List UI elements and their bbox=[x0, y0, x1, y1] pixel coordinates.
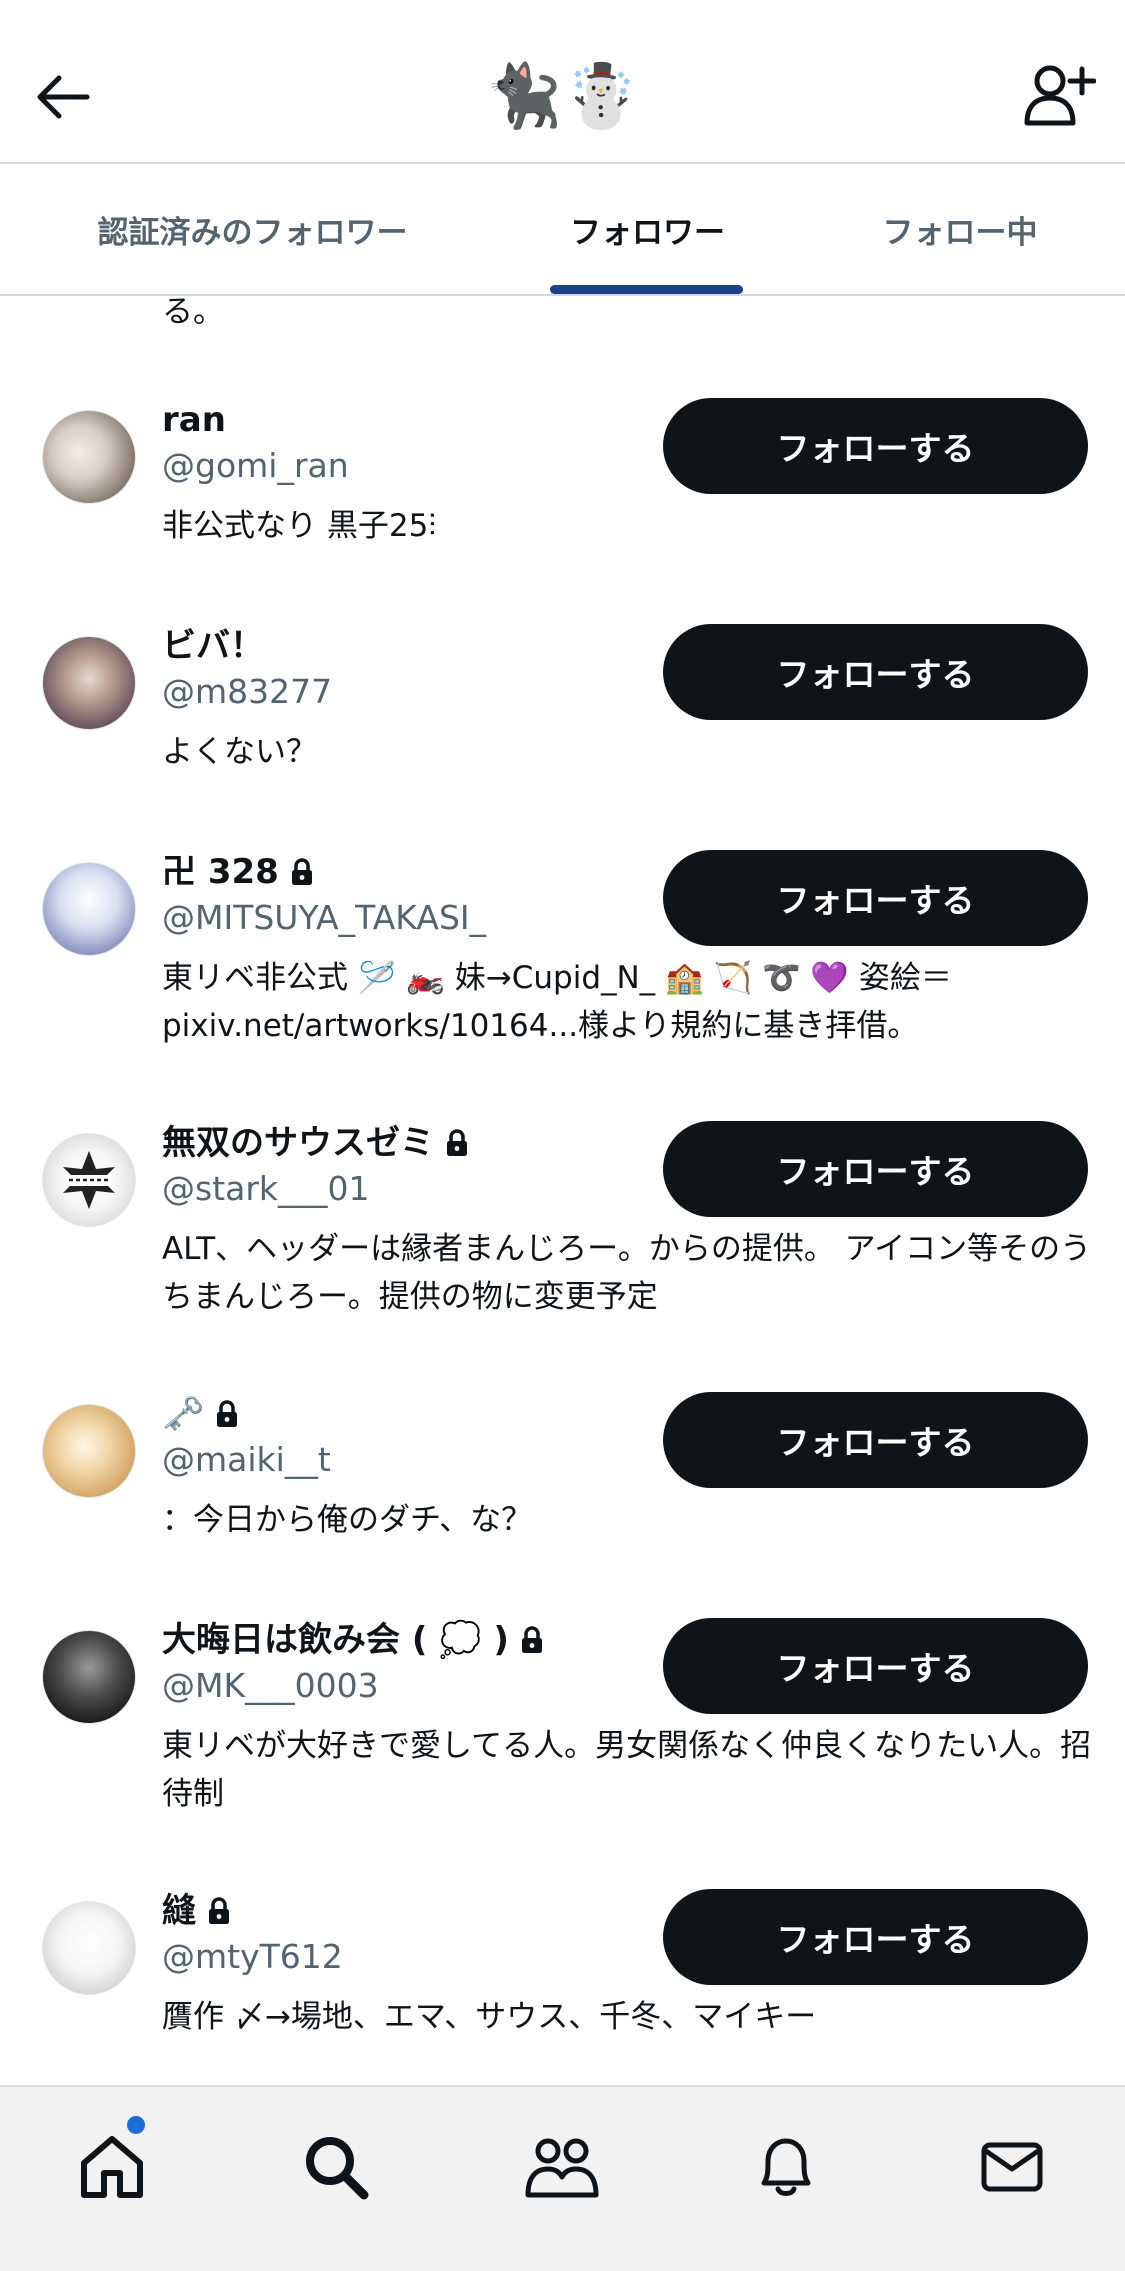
user-name-text: 🗝️ bbox=[162, 1394, 205, 1434]
nav-communities[interactable] bbox=[522, 2127, 602, 2207]
follow-button[interactable]: フォローする bbox=[663, 624, 1088, 720]
user-name-text: 大晦日は飲み会 ( 💭 ) bbox=[162, 1620, 509, 1660]
avatar[interactable] bbox=[42, 1404, 136, 1498]
home-icon bbox=[81, 2136, 143, 2198]
user-name[interactable]: 🗝️ bbox=[162, 1392, 240, 1436]
follow-button[interactable]: フォローする bbox=[663, 398, 1088, 494]
followers-page: 🐈‍⬛☃️ 認証済みのフォロワー フォロワー フォロー中 る。 ran @gom… bbox=[0, 0, 1125, 2271]
add-user-icon bbox=[1024, 65, 1096, 126]
lock-icon bbox=[291, 858, 312, 885]
lock-icon bbox=[447, 1129, 467, 1156]
lock-icon bbox=[521, 1626, 542, 1653]
user-name[interactable]: 卍 328 bbox=[162, 850, 315, 894]
user-bio: 非公式なり 黒子25⫶ bbox=[162, 508, 437, 544]
user-handle: @mtyT612 bbox=[162, 1937, 343, 1976]
follow-button[interactable]: フォローする bbox=[663, 1392, 1088, 1488]
user-handle: @gomi_ran bbox=[162, 446, 349, 485]
emblem-icon bbox=[63, 1151, 115, 1209]
user-bio: 東リベ非公式 🪡 🏍️ 妹→Cupid_N_ 🏫 🏹 ➰ 💜 姿絵＝pixiv.… bbox=[162, 960, 952, 1044]
notifications-icon bbox=[761, 2138, 811, 2196]
nav-messages[interactable] bbox=[972, 2127, 1052, 2207]
bottom-nav bbox=[0, 2085, 1125, 2271]
avatar[interactable] bbox=[42, 1901, 136, 1995]
avatar[interactable] bbox=[42, 862, 136, 956]
user-bio: よくない？ bbox=[162, 734, 317, 770]
page-title: 🐈‍⬛☃️ bbox=[485, 59, 640, 132]
avatar[interactable] bbox=[42, 1630, 136, 1724]
user-handle: @maiki__t bbox=[162, 1440, 331, 1479]
tab-followers[interactable]: フォロワー bbox=[505, 164, 790, 294]
tab-verified-followers[interactable]: 認証済みのフォロワー bbox=[30, 164, 475, 294]
lock-icon bbox=[217, 1400, 238, 1427]
user-name[interactable]: 大晦日は飲み会 ( 💭 ) bbox=[162, 1618, 545, 1662]
tab-bar: 認証済みのフォロワー フォロワー フォロー中 bbox=[0, 164, 1125, 296]
avatar[interactable] bbox=[42, 410, 136, 504]
user-name-text: 卍 328 bbox=[162, 852, 279, 892]
followers-list[interactable]: る。 ran @gomi_ran 非公式なり 黒子25⫶ フォローする ビバ！ … bbox=[0, 298, 1125, 2085]
user-name-text: ビバ！ bbox=[162, 626, 264, 666]
communities-icon bbox=[525, 2138, 599, 2198]
nav-notifications[interactable] bbox=[746, 2127, 826, 2207]
user-handle: @stark___01 bbox=[162, 1169, 370, 1208]
user-name[interactable]: ran bbox=[162, 398, 226, 442]
nav-search[interactable] bbox=[296, 2127, 376, 2207]
user-handle: @m83277 bbox=[162, 672, 333, 711]
add-user-button[interactable] bbox=[1021, 60, 1099, 130]
user-name-text: 無双のサウスゼミ bbox=[162, 1123, 434, 1163]
follow-button[interactable]: フォローする bbox=[663, 1889, 1088, 1985]
user-name-text: ran bbox=[162, 400, 226, 440]
user-handle: @MITSUYA_TAKASI_ bbox=[162, 898, 487, 937]
user-bio: 東リベが大好きで愛してる人。男女関係なく仲良くなりたい人。招待制 bbox=[162, 1728, 1092, 1812]
user-name[interactable]: 無双のサウスゼミ bbox=[162, 1121, 470, 1165]
search-icon bbox=[306, 2137, 369, 2200]
clipped-bio-text: る。 bbox=[162, 298, 224, 330]
follow-button[interactable]: フォローする bbox=[663, 1618, 1088, 1714]
user-bio: ：今日から俺のダチ、な？ bbox=[162, 1502, 533, 1538]
user-handle: @MK___0003 bbox=[162, 1666, 379, 1705]
tab-following[interactable]: フォロー中 bbox=[820, 164, 1100, 294]
user-bio: 贋作 〆→場地、エマ、サウス、千冬、マイキー bbox=[162, 1999, 817, 2035]
user-name-text: 縫 bbox=[162, 1891, 196, 1931]
follow-button[interactable]: フォローする bbox=[663, 1121, 1088, 1217]
messages-icon bbox=[981, 2142, 1043, 2192]
nav-home[interactable] bbox=[72, 2127, 152, 2207]
user-name[interactable]: 縫 bbox=[162, 1889, 232, 1933]
top-bar: 🐈‍⬛☃️ bbox=[0, 0, 1125, 164]
notification-dot bbox=[127, 2116, 145, 2134]
avatar[interactable] bbox=[42, 636, 136, 730]
avatar[interactable] bbox=[42, 1133, 136, 1227]
follow-button[interactable]: フォローする bbox=[663, 850, 1088, 946]
lock-icon bbox=[209, 1897, 229, 1924]
active-tab-indicator bbox=[550, 285, 743, 294]
user-bio: ALT、ヘッダーは縁者まんじろー。からの提供。 アイコン等そのうちまんじろー。提… bbox=[162, 1231, 1092, 1315]
user-name[interactable]: ビバ！ bbox=[162, 624, 264, 668]
